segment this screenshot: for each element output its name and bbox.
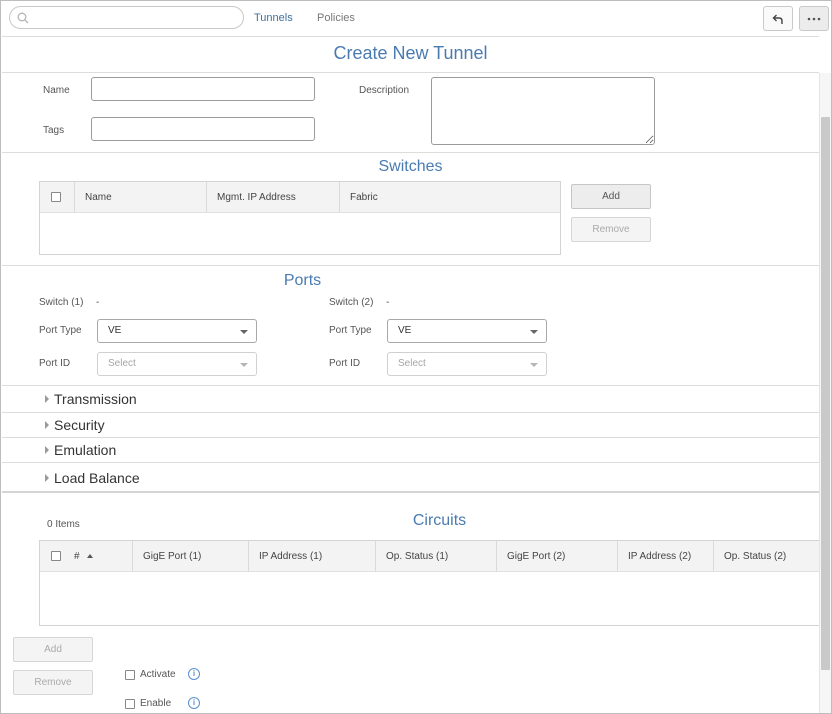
- chevron-right-icon: [45, 474, 49, 482]
- divider: [2, 72, 819, 73]
- switches-select-all-checkbox[interactable]: [51, 192, 61, 202]
- circuits-table: # GigE Port (1) IP Address (1) Op. Statu…: [39, 540, 819, 626]
- column-header-gige-port-1[interactable]: GigE Port (1): [132, 541, 248, 572]
- info-icon[interactable]: i: [188, 697, 200, 709]
- section-security[interactable]: Security: [2, 413, 819, 438]
- switches-add-button[interactable]: Add: [571, 184, 651, 209]
- ports-title: Ports: [283, 272, 322, 289]
- switch2-label: Switch (2): [329, 297, 374, 308]
- port-type1-label: Port Type: [39, 325, 82, 336]
- chevron-down-icon: [240, 330, 248, 334]
- section-security-label: Security: [54, 417, 105, 433]
- column-header-mgmt-ip[interactable]: Mgmt. IP Address: [206, 182, 339, 213]
- sort-ascending-icon: [87, 554, 94, 559]
- more-button[interactable]: [799, 6, 829, 31]
- info-icon[interactable]: i: [188, 668, 200, 680]
- port-id1-label: Port ID: [39, 358, 71, 369]
- tags-field[interactable]: [91, 117, 315, 141]
- column-header-fabric[interactable]: Fabric: [339, 182, 560, 213]
- port-id1-placeholder: Select: [108, 358, 136, 369]
- section-emulation[interactable]: Emulation: [2, 438, 819, 463]
- enable-label: Enable: [140, 698, 172, 709]
- chevron-down-icon: [530, 330, 538, 334]
- column-header-ip-address-2[interactable]: IP Address (2): [617, 541, 713, 572]
- undo-arrow-icon: [772, 14, 783, 24]
- circuits-select-all-checkbox[interactable]: [51, 551, 61, 561]
- enable-checkbox[interactable]: [125, 699, 135, 709]
- circuits-title: Circuits: [412, 512, 467, 529]
- chevron-right-icon: [45, 395, 49, 403]
- search-icon: [17, 12, 29, 24]
- activate-label: Activate: [140, 669, 176, 680]
- chevron-right-icon: [45, 421, 49, 429]
- column-header-op-status-1[interactable]: Op. Status (1): [375, 541, 496, 572]
- section-load-balance-label: Load Balance: [54, 470, 140, 486]
- section-load-balance[interactable]: Load Balance: [2, 463, 819, 493]
- tab-policies[interactable]: Policies: [317, 12, 355, 24]
- activate-checkbox[interactable]: [125, 670, 135, 680]
- page-title: Create New Tunnel: [333, 43, 488, 63]
- port-id1-select[interactable]: Select: [97, 352, 257, 376]
- section-transmission-label: Transmission: [54, 391, 137, 407]
- section-emulation-label: Emulation: [54, 442, 117, 458]
- scrollbar-thumb[interactable]: [821, 117, 830, 670]
- switch1-label: Switch (1): [39, 297, 84, 308]
- name-label: Name: [43, 85, 70, 96]
- column-header-name[interactable]: Name: [74, 182, 206, 213]
- port-id2-select[interactable]: Select: [387, 352, 547, 376]
- circuits-add-button[interactable]: Add: [13, 637, 93, 662]
- tab-tunnels[interactable]: Tunnels: [254, 12, 293, 24]
- port-type2-label: Port Type: [329, 325, 372, 336]
- column-header-op-status-2[interactable]: Op. Status (2): [713, 541, 820, 572]
- divider: [2, 265, 819, 266]
- port-id2-placeholder: Select: [398, 358, 426, 369]
- switch1-value: -: [96, 297, 100, 308]
- switches-table-header: Name Mgmt. IP Address Fabric: [40, 182, 560, 213]
- switch2-value: -: [386, 297, 390, 308]
- tags-label: Tags: [43, 125, 65, 136]
- divider: [2, 152, 819, 153]
- circuits-table-header: # GigE Port (1) IP Address (1) Op. Statu…: [40, 541, 819, 572]
- chevron-down-icon: [240, 363, 248, 367]
- column-header-number[interactable]: #: [64, 541, 132, 572]
- chevron-down-icon: [530, 363, 538, 367]
- more-dots-icon: [807, 17, 821, 20]
- port-type1-value: VE: [108, 325, 122, 336]
- divider: [2, 36, 819, 37]
- chevron-right-icon: [45, 446, 49, 454]
- column-header-ip-address-1[interactable]: IP Address (1): [248, 541, 375, 572]
- back-button[interactable]: [763, 6, 793, 31]
- switches-table: Name Mgmt. IP Address Fabric: [39, 181, 561, 255]
- port-type2-value: VE: [398, 325, 412, 336]
- create-tunnel-window: Tunnels Policies Create New Tunnel Name …: [0, 0, 832, 714]
- switches-title: Switches: [378, 158, 443, 175]
- description-label: Description: [359, 85, 410, 96]
- description-field[interactable]: [431, 77, 655, 145]
- section-transmission[interactable]: Transmission: [2, 386, 819, 413]
- name-field[interactable]: [91, 77, 315, 101]
- circuits-remove-button[interactable]: Remove: [13, 670, 93, 695]
- port-id2-label: Port ID: [329, 358, 361, 369]
- search-input[interactable]: [9, 6, 244, 29]
- switches-remove-button[interactable]: Remove: [571, 217, 651, 242]
- port-type1-select[interactable]: VE: [97, 319, 257, 343]
- column-header-gige-port-2[interactable]: GigE Port (2): [496, 541, 617, 572]
- column-header-number-label: #: [74, 551, 80, 562]
- port-type2-select[interactable]: VE: [387, 319, 547, 343]
